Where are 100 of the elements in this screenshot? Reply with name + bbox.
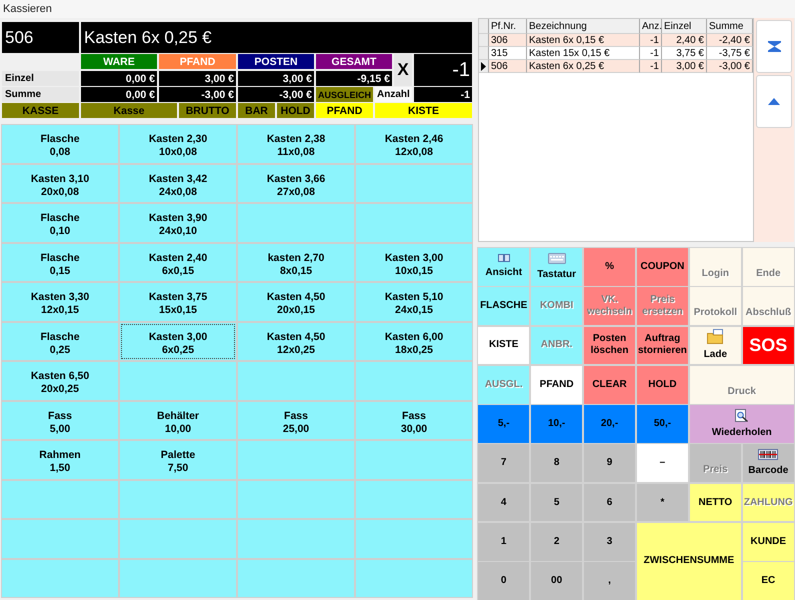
article-button[interactable]: Kasten 5,10 24x0,15 [356, 283, 472, 320]
blank-article-button[interactable] [238, 560, 354, 597]
keypad-button[interactable]: 2 [530, 522, 582, 561]
keypad-button[interactable]: 4 [478, 484, 530, 522]
article-button[interactable]: Fass 30,00 [356, 402, 472, 439]
article-button[interactable]: Palette 7,50 [120, 441, 236, 478]
keypad-button[interactable]: 6 [584, 484, 636, 522]
keypad-button[interactable]: KISTE [478, 326, 530, 364]
current-row-icon [481, 62, 486, 70]
balance-label: AUSGLEICH [316, 87, 373, 102]
keypad-button[interactable]: PFAND [530, 366, 582, 404]
blank-article-button[interactable] [356, 362, 472, 400]
blank-article-button[interactable] [238, 441, 354, 478]
article-button[interactable]: Flasche 0,08 [2, 125, 118, 162]
keypad-button[interactable]: 5,- [478, 405, 530, 443]
article-button[interactable]: Kasten 3,10 20x0,08 [2, 164, 118, 202]
blank-article-button[interactable] [2, 480, 118, 518]
article-button[interactable]: Rahmen 1,50 [2, 441, 118, 478]
keypad-button[interactable]: , [584, 562, 636, 600]
article-button[interactable]: Kasten 3,42 24x0,08 [120, 164, 236, 202]
blank-article-button[interactable] [2, 520, 118, 558]
keypad-button[interactable]: FLASCHE [478, 287, 530, 326]
article-button[interactable]: Fass 25,00 [238, 402, 354, 439]
keypad-button[interactable]: 00 [530, 562, 582, 600]
table-cell: -1 [640, 34, 662, 47]
keypad-button[interactable]: ZWISCHENSUMME [636, 522, 742, 600]
article-button[interactable]: Kasten 3,66 27x0,08 [238, 164, 354, 202]
keypad-button[interactable]: 8 [530, 444, 582, 482]
table-cell: -1 [640, 60, 662, 73]
keypad-button[interactable]: Wiederholen [690, 405, 794, 443]
keypad-button[interactable]: Posten löschen [584, 326, 636, 364]
keypad-button[interactable]: * [636, 484, 688, 522]
column-header: Summe [707, 19, 753, 34]
article-button[interactable]: Kasten 4,50 20x0,15 [238, 283, 354, 320]
article-button[interactable]: Fass 5,00 [2, 402, 118, 439]
article-button[interactable]: Flasche 0,25 [2, 322, 118, 360]
window-title: Kassieren [3, 3, 52, 15]
article-button[interactable]: Kasten 3,00 6x0,25 [120, 322, 236, 360]
keypad-button[interactable]: Ansicht [478, 248, 530, 286]
blank-article-button[interactable] [2, 560, 118, 597]
keypad-button[interactable]: SOS [742, 326, 794, 364]
table-cell: -3,75 € [707, 47, 753, 60]
keypad-button[interactable]: NETTO [690, 484, 742, 522]
blank-article-button[interactable] [356, 480, 472, 518]
article-button[interactable]: Kasten 3,75 15x0,15 [120, 283, 236, 320]
keypad-button[interactable]: HOLD [636, 366, 688, 404]
keypad-button[interactable]: 5 [530, 484, 582, 522]
article-button[interactable]: Kasten 3,00 10x0,15 [356, 244, 472, 281]
row-header-cell[interactable] [479, 47, 489, 60]
article-button[interactable]: Kasten 2,30 10x0,08 [120, 125, 236, 162]
scroll-top-button[interactable] [756, 20, 792, 73]
keypad-button[interactable]: 0 [478, 562, 530, 600]
article-button[interactable]: kasten 2,70 8x0,15 [238, 244, 354, 281]
keypad-button[interactable]: EC [742, 562, 794, 600]
article-button[interactable]: Kasten 2,38 11x0,08 [238, 125, 354, 162]
blank-article-button[interactable] [120, 362, 236, 400]
row-header-cell[interactable] [479, 34, 489, 47]
status-field: Kasse [81, 103, 177, 118]
blank-article-button[interactable] [356, 520, 472, 558]
article-button[interactable]: Kasten 6,50 20x0,25 [2, 362, 118, 400]
keypad-button[interactable]: 50,- [636, 405, 688, 443]
article-button[interactable]: Kasten 2,46 12x0,08 [356, 125, 472, 162]
keypad-button[interactable]: Lade [690, 326, 742, 364]
article-button[interactable]: Kasten 3,30 12x0,15 [2, 283, 118, 320]
keypad-button[interactable]: COUPON [636, 248, 688, 286]
blank-article-button[interactable] [120, 560, 236, 597]
keypad-button[interactable]: % [584, 248, 636, 286]
keypad-button[interactable]: 9 [584, 444, 636, 482]
blank-article-button[interactable] [120, 480, 236, 518]
row-header-cell[interactable] [479, 60, 489, 73]
blank-article-button[interactable] [356, 560, 472, 597]
keypad-button[interactable]: – [636, 444, 688, 482]
keypad-button[interactable]: 3 [584, 522, 636, 561]
article-button[interactable]: Flasche 0,15 [2, 244, 118, 281]
keypad-button[interactable]: 1 [478, 522, 530, 561]
blank-article-button[interactable] [238, 362, 354, 400]
keypad-button[interactable]: 7 [478, 444, 530, 482]
keypad-button[interactable]: KUNDE [742, 522, 794, 561]
article-button[interactable]: Kasten 4,50 12x0,25 [238, 322, 354, 360]
article-button[interactable]: Behälter 10,00 [120, 402, 236, 439]
blank-article-button[interactable] [120, 520, 236, 558]
blank-article-button[interactable] [356, 441, 472, 478]
blank-article-button[interactable] [356, 164, 472, 202]
keypad-button[interactable]: CLEAR [584, 366, 636, 404]
blank-article-button[interactable] [356, 204, 472, 242]
article-button[interactable]: Flasche 0,10 [2, 204, 118, 242]
keypad-button[interactable]: Auftrag stornieren [636, 326, 688, 364]
article-button[interactable]: Kasten 3,90 24x0,10 [120, 204, 236, 242]
blank-article-button[interactable] [238, 520, 354, 558]
blank-article-button[interactable] [238, 480, 354, 518]
amount-cell: -3,00 € [238, 87, 314, 102]
blank-article-button[interactable] [238, 204, 354, 242]
scroll-up-button[interactable] [756, 75, 792, 128]
keypad-button[interactable]: Barcode [742, 444, 794, 482]
keypad-button[interactable]: 20,- [584, 405, 636, 443]
article-button[interactable]: Kasten 6,00 18x0,25 [356, 322, 472, 360]
keypad-button[interactable]: 10,- [530, 405, 582, 443]
keypad-button[interactable]: Tastatur [530, 248, 582, 286]
table-cell: 2,40 € [662, 34, 707, 47]
article-button[interactable]: Kasten 2,40 6x0,15 [120, 244, 236, 281]
